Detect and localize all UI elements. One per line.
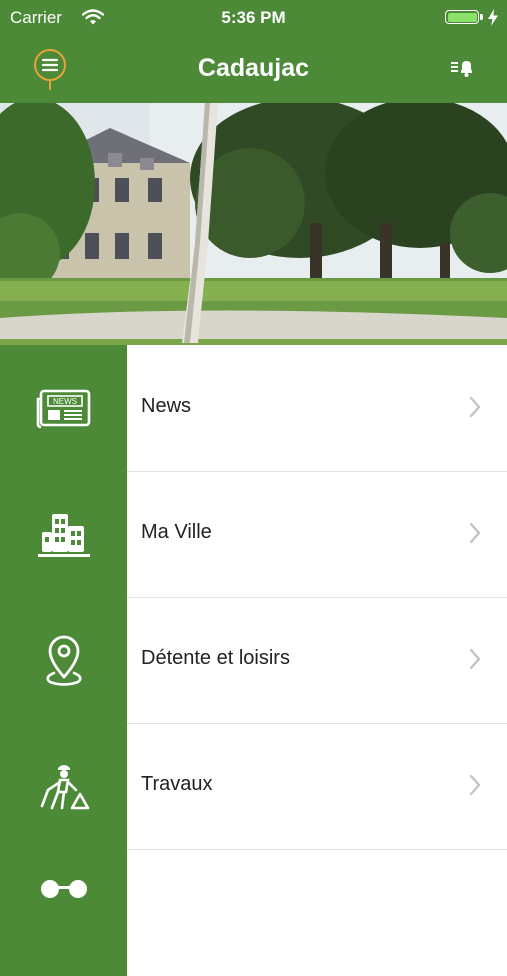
menu-item-detente-et-loisirs[interactable]: Détente et loisirs — [0, 597, 507, 724]
hero-photo — [0, 103, 507, 345]
status-bar: Carrier 5:36 PM — [0, 0, 507, 36]
glasses-icon — [40, 880, 87, 898]
chevron-right-icon — [469, 774, 481, 801]
menu-item-label: Ma Ville — [141, 521, 212, 543]
menu-item-label: Détente et loisirs — [141, 647, 290, 669]
menu-item-ma-ville[interactable]: Ma Ville — [0, 471, 507, 598]
navigation-bar: Cadaujac — [0, 36, 507, 103]
main-menu: NEWS News Ma Ville Détente et loisirs Tr… — [0, 345, 507, 976]
battery-icon — [445, 10, 479, 24]
menu-item-label: Travaux — [141, 773, 213, 795]
page-title: Cadaujac — [197, 54, 310, 82]
svg-text:NEWS: NEWS — [53, 397, 77, 406]
menu-item-news[interactable]: NEWS News — [0, 345, 507, 472]
chevron-right-icon — [469, 648, 481, 675]
charging-icon — [487, 9, 499, 31]
menu-item-icon-box — [0, 723, 127, 850]
chevron-right-icon — [469, 522, 481, 549]
location-pin-icon — [45, 635, 82, 686]
notifications-button[interactable] — [449, 56, 477, 80]
menu-item-icon-box — [0, 849, 127, 976]
menu-item-partial[interactable] — [0, 849, 507, 976]
menu-item-icon-box — [0, 471, 127, 598]
clock: 5:36 PM — [221, 8, 286, 27]
worker-icon — [40, 764, 89, 809]
menu-item-icon-box: NEWS — [0, 345, 127, 472]
chevron-right-icon — [469, 396, 481, 423]
battery-tip — [480, 14, 483, 20]
notification-bell-list-icon — [451, 61, 472, 77]
menu-item-icon-box — [0, 597, 127, 724]
newspaper-icon: NEWS — [36, 389, 90, 428]
city-buildings-icon — [37, 513, 90, 557]
menu-item-travaux[interactable]: Travaux — [0, 723, 507, 850]
top-bar: Carrier 5:36 PM Cadaujac — [0, 0, 507, 103]
menu-item-label: News — [141, 395, 192, 417]
